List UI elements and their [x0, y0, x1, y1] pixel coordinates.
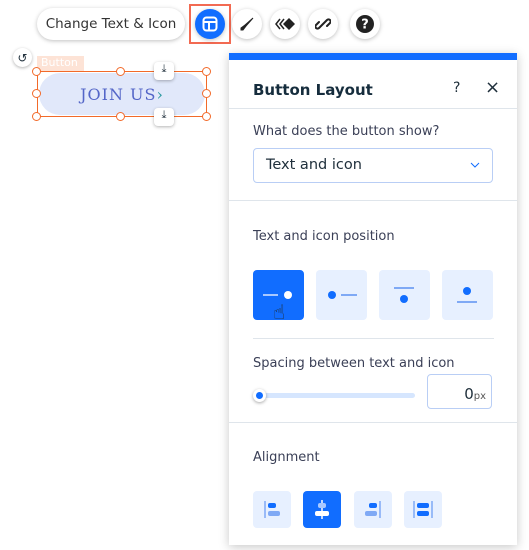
align-right-icon: [365, 501, 381, 518]
link-button[interactable]: [308, 9, 338, 39]
resize-handle[interactable]: [116, 67, 125, 76]
resize-handle[interactable]: [32, 89, 41, 98]
layout-button[interactable]: [195, 9, 225, 39]
download-icon[interactable]: ⤓: [154, 62, 174, 80]
position-icon-left-text-right[interactable]: [316, 270, 367, 320]
spacing-input[interactable]: 0px: [427, 374, 492, 409]
alignment-label: Alignment: [253, 450, 320, 465]
help-button[interactable]: ?: [350, 9, 380, 39]
resize-handle[interactable]: [32, 112, 41, 121]
animation-icon: [275, 18, 295, 30]
help-icon: ?: [356, 15, 374, 33]
align-left-icon: [264, 501, 280, 518]
spacing-unit: px: [473, 391, 486, 402]
align-justify-icon: [413, 501, 433, 518]
layout-icon: [202, 16, 218, 32]
close-button[interactable]: ×: [485, 77, 500, 98]
join-us-button[interactable]: JOIN US ›: [39, 73, 205, 115]
spacing-slider-handle[interactable]: [253, 389, 266, 402]
button-text: JOIN US: [80, 84, 157, 104]
help-button[interactable]: ?: [453, 80, 460, 96]
canvas-button-selection[interactable]: JOIN US ›: [37, 71, 207, 117]
align-center-icon: [315, 500, 329, 519]
rotate-icon[interactable]: ↺: [13, 48, 32, 67]
change-text-icon-button[interactable]: Change Text & Icon: [37, 8, 185, 40]
download-icon[interactable]: ⤓: [154, 108, 174, 126]
resize-handle[interactable]: [116, 112, 125, 121]
spacing-label: Spacing between text and icon: [253, 356, 455, 371]
chevron-right-icon: ›: [156, 84, 164, 104]
brush-icon: [240, 17, 254, 31]
animation-button[interactable]: [270, 9, 300, 39]
spacing-value: 0: [464, 385, 474, 403]
show-label: What does the button show?: [253, 124, 440, 139]
spacing-slider[interactable]: [257, 393, 415, 398]
align-justify-button[interactable]: [404, 491, 442, 528]
resize-handle[interactable]: [32, 67, 41, 76]
resize-handle[interactable]: [202, 67, 211, 76]
panel-title: Button Layout: [253, 81, 373, 99]
icon-text-right-icon: [328, 291, 357, 299]
link-icon: [315, 18, 331, 30]
icon-text-bottom-icon: [457, 287, 477, 303]
resize-handle[interactable]: [202, 89, 211, 98]
design-button[interactable]: [232, 9, 262, 39]
position-label: Text and icon position: [253, 229, 395, 244]
position-icon-top-text-bottom[interactable]: [442, 270, 493, 320]
element-tag-label: Button: [41, 56, 78, 69]
text-icon-bottom-icon: [394, 287, 414, 303]
show-value: Text and icon: [266, 157, 362, 173]
show-dropdown[interactable]: Text and icon: [253, 148, 493, 183]
align-right-button[interactable]: [354, 491, 392, 528]
button-layout-panel: Button Layout ? × What does the button s…: [229, 53, 517, 545]
element-tag: Button: [37, 56, 84, 71]
hand-cursor-icon: ☝: [273, 300, 286, 324]
align-left-button[interactable]: [253, 491, 291, 528]
position-text-top-icon-bottom[interactable]: [379, 270, 430, 320]
resize-handle[interactable]: [202, 112, 211, 121]
align-center-button[interactable]: [303, 491, 341, 528]
svg-text:?: ?: [361, 18, 369, 33]
change-text-label: Change Text & Icon: [45, 16, 177, 32]
chevron-down-icon: [470, 162, 480, 168]
